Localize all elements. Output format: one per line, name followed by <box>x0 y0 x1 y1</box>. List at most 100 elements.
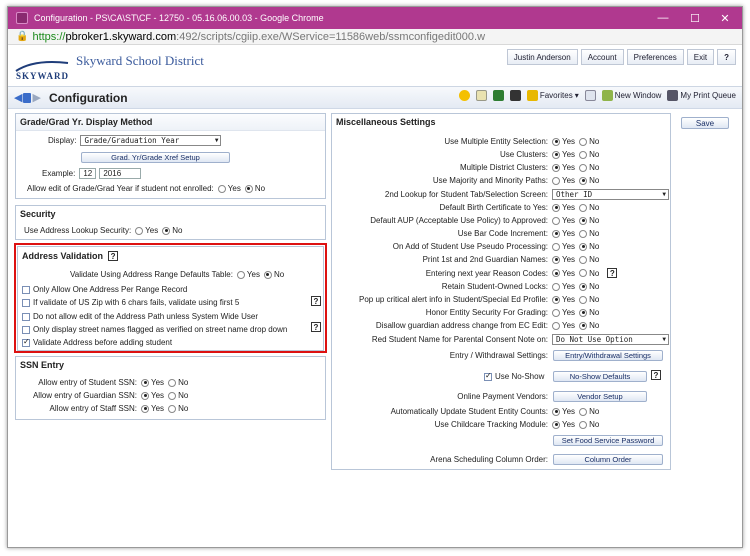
misc-no-radio[interactable] <box>579 216 588 225</box>
set-food-service-password-button[interactable]: Set Food Service Password <box>553 435 663 446</box>
misc-no-radio[interactable] <box>579 176 588 185</box>
no-label: No <box>254 184 266 193</box>
student-ssn-no-radio[interactable] <box>168 378 177 387</box>
save-button[interactable]: Save <box>681 117 729 129</box>
misc-yes-radio[interactable] <box>552 282 560 291</box>
guardian-ssn-no-radio[interactable] <box>168 391 177 400</box>
example-label: Example: <box>42 169 76 178</box>
misc-help-icon[interactable]: ? <box>607 268 618 278</box>
district-name: Skyward School District <box>76 53 204 68</box>
copy-icon[interactable] <box>584 90 596 101</box>
no-label: No <box>589 137 600 146</box>
childcare-label: Use Childcare Tracking Module: <box>434 420 548 429</box>
top-nav: Justin Anderson Account Preferences Exit… <box>506 49 736 65</box>
misc-yes-radio[interactable] <box>552 229 560 238</box>
minimize-icon[interactable]: — <box>648 7 678 29</box>
misc-setting-row: Use Clusters: Yes No <box>340 150 599 159</box>
misc-yes-radio[interactable] <box>552 163 560 172</box>
close-icon[interactable]: ✕ <box>710 7 740 29</box>
column-order-button[interactable]: Column Order <box>553 454 663 465</box>
ssn-row: Allow entry of Staff SSN: Yes No <box>40 404 189 413</box>
home-square-icon[interactable] <box>23 92 32 103</box>
example-row: Example: 12 2016 <box>42 168 142 179</box>
lookup-security-no-radio[interactable] <box>162 226 171 235</box>
misc-setting-label: Use Bar Code Increment: <box>457 229 548 238</box>
misc-yes-radio[interactable] <box>552 295 560 304</box>
childcare-row: Use Childcare Tracking Module: <box>340 420 548 429</box>
auto-update-yes-radio[interactable] <box>552 407 560 416</box>
misc-no-radio[interactable] <box>579 163 588 172</box>
display-row: Display: Grade/Graduation Year <box>48 135 222 146</box>
address-bar[interactable]: 🔒 https:// pbroker1.skyward.com :492/scr… <box>8 29 742 45</box>
yes-label: Yes <box>562 150 576 159</box>
back-arrow-icon[interactable]: ◀ <box>14 91 22 104</box>
notes-icon[interactable] <box>475 90 487 101</box>
misc-no-radio[interactable] <box>579 137 588 146</box>
misc-no-radio[interactable] <box>579 229 588 238</box>
display-select[interactable]: Grade/Graduation Year <box>80 135 222 146</box>
entry-withdrawal-settings-button[interactable]: Entry/Withdrawal Settings <box>553 350 663 361</box>
forward-arrow-icon[interactable]: ▶ <box>32 91 40 104</box>
preferences-button[interactable]: Preferences <box>626 49 684 65</box>
misc-yes-radio[interactable] <box>552 176 560 185</box>
childcare-yes-radio[interactable] <box>552 420 560 429</box>
yes-label: Yes <box>562 203 576 212</box>
grad-xref-setup-button[interactable]: Grad. Yr/Grade Xref Setup <box>81 152 230 163</box>
childcare-no-radio[interactable] <box>579 420 588 429</box>
yes-label: Yes <box>151 391 165 400</box>
misc-no-radio[interactable] <box>579 282 588 291</box>
guardian-ssn-yes-radio[interactable] <box>141 391 149 400</box>
favorites-menu[interactable]: Favorites ▾ <box>526 90 579 101</box>
allow-edit-no-radio[interactable] <box>244 184 253 193</box>
help-button[interactable]: ? <box>717 49 736 65</box>
misc-no-radio[interactable] <box>579 269 588 277</box>
misc-setting-row: On Add of Student Use Pseudo Processing:… <box>340 242 600 251</box>
student-ssn-yes-radio[interactable] <box>141 378 149 387</box>
red-name-row: Red Student Name for Parental Consent No… <box>340 335 548 344</box>
maximize-icon[interactable]: ☐ <box>680 7 710 29</box>
misc-no-radio[interactable] <box>579 321 588 330</box>
alert-icon[interactable] <box>458 90 470 101</box>
misc-setting-label: Default AUP (Acceptable Use Policy) to A… <box>370 216 548 225</box>
auto-update-no-radio[interactable] <box>579 407 588 416</box>
print-queue-button[interactable]: My Print Queue <box>667 90 736 101</box>
yes-label: Yes <box>151 378 165 387</box>
misc-yes-radio[interactable] <box>552 137 560 146</box>
misc-no-radio[interactable] <box>579 150 588 159</box>
misc-yes-radio[interactable] <box>552 150 560 159</box>
second-lookup-select[interactable]: Other ID <box>552 189 669 200</box>
payment-vendors-row: Online Payment Vendors: <box>340 392 548 401</box>
red-name-select[interactable]: Do Not Use Option <box>552 334 669 345</box>
misc-yes-radio[interactable] <box>552 308 560 317</box>
misc-yes-radio[interactable] <box>552 255 560 264</box>
misc-yes-radio[interactable] <box>552 203 560 212</box>
misc-no-radio[interactable] <box>579 308 588 317</box>
misc-yes-radio[interactable] <box>552 242 560 251</box>
camera-icon[interactable] <box>509 90 521 101</box>
no-show-defaults-button[interactable]: No-Show Defaults <box>553 371 647 382</box>
calendar-icon[interactable] <box>492 90 504 101</box>
misc-setting-label: Honor Entity Security For Grading: <box>425 308 548 317</box>
no-label: No <box>589 268 600 278</box>
misc-no-radio[interactable] <box>579 203 588 212</box>
misc-yes-radio[interactable] <box>552 216 560 225</box>
misc-panel-title: Miscellaneous Settings <box>336 117 436 127</box>
allow-edit-yes-radio[interactable] <box>217 184 226 193</box>
new-window-button[interactable]: New Window <box>601 90 661 101</box>
exit-button[interactable]: Exit <box>686 49 715 65</box>
staff-ssn-no-radio[interactable] <box>168 404 177 413</box>
yes-label: Yes <box>562 268 576 278</box>
vendor-setup-button[interactable]: Vendor Setup <box>553 391 647 402</box>
misc-no-radio[interactable] <box>579 295 588 304</box>
misc-no-radio[interactable] <box>579 255 588 264</box>
no-show-help-icon[interactable]: ? <box>651 370 661 380</box>
site-header: SKYWARD Skyward School District Justin A… <box>8 45 742 87</box>
use-no-show-checkbox[interactable] <box>484 371 492 381</box>
misc-yes-radio[interactable] <box>552 321 560 330</box>
account-button[interactable]: Account <box>580 49 624 65</box>
misc-no-radio[interactable] <box>579 242 588 251</box>
guardian-ssn-label: Allow entry of Guardian SSN: <box>32 391 137 400</box>
misc-yes-radio[interactable] <box>552 269 560 277</box>
staff-ssn-yes-radio[interactable] <box>141 404 149 413</box>
lookup-security-yes-radio[interactable] <box>135 226 144 235</box>
